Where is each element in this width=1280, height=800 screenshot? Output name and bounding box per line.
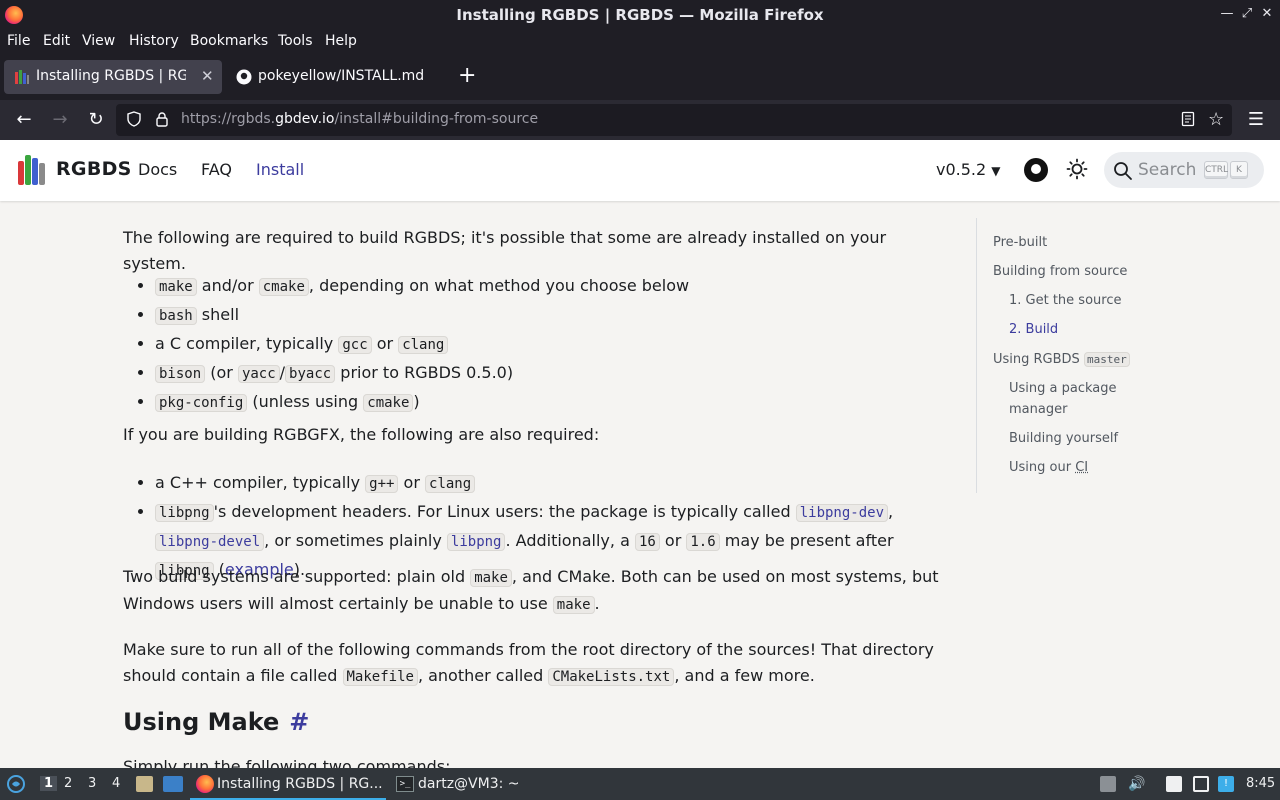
section-heading-using-make: Using Make # (123, 708, 310, 736)
requirements-list: make and/or cmake, depending on what met… (155, 272, 955, 417)
new-tab-plus-icon[interactable]: + (458, 63, 476, 88)
file-manager-icon[interactable] (136, 776, 153, 792)
site-header: RGBDS Docs FAQ Install v0.5.2 ▼ Search C… (0, 140, 1280, 201)
reader-view-icon[interactable] (1180, 111, 1196, 131)
back-arrow-icon[interactable]: ← (12, 108, 36, 132)
window-title: Installing RGBDS | RGBDS — Mozilla Firef… (456, 6, 824, 24)
notifications-icon[interactable]: ! (1218, 776, 1234, 792)
rgbds-logo-icon[interactable] (18, 155, 46, 185)
forward-arrow-icon[interactable]: → (48, 108, 72, 132)
clock: 8:45 (1246, 776, 1276, 791)
bookmark-star-icon[interactable]: ☆ (1208, 109, 1224, 130)
table-of-contents: Pre-built Building from source 1. Get th… (976, 218, 1176, 493)
caret-down-icon: ▼ (991, 164, 1001, 178)
display-icon[interactable] (1193, 776, 1209, 792)
rgbgfx-paragraph: If you are building RGBGFX, the followin… (123, 425, 600, 444)
menu-history[interactable]: History (129, 33, 179, 49)
web-page: RGBDS Docs FAQ Install v0.5.2 ▼ Search C… (0, 140, 1280, 768)
reload-icon[interactable]: ↻ (84, 108, 108, 132)
tracking-shield-icon[interactable] (126, 111, 142, 131)
menu-edit[interactable]: Edit (43, 33, 70, 49)
tab-strip: Installing RGBDS | RGBDS ✕ pokeyellow/IN… (0, 54, 1280, 100)
intro-paragraph: The following are required to build RGBD… (123, 228, 887, 273)
toc-building-from-source[interactable]: Building from source (993, 261, 1127, 282)
toc-using-rgbds-master[interactable]: Using RGBDS master (993, 349, 1130, 370)
menu-bar: File Edit View History Bookmarks Tools H… (0, 30, 1280, 54)
search-placeholder: Search (1138, 160, 1197, 180)
url-bar[interactable]: https://rgbds.gbdev.io/install#building-… (116, 104, 1232, 136)
workspace-2[interactable]: 2 (64, 776, 72, 791)
volume-icon[interactable]: 🔊 (1128, 776, 1145, 792)
workspace-3[interactable]: 3 (88, 776, 96, 791)
window-titlebar: Installing RGBDS | RGBDS — Mozilla Firef… (0, 0, 1280, 30)
nav-docs[interactable]: Docs (138, 160, 177, 179)
lock-icon[interactable] (154, 111, 170, 131)
menu-file[interactable]: File (7, 33, 30, 49)
task-label: Installing RGBDS | RG... (217, 776, 383, 792)
workspace-4[interactable]: 4 (112, 776, 120, 791)
tab-close-icon[interactable]: ✕ (201, 67, 214, 85)
terminal-icon: >_ (396, 776, 414, 792)
rgbds-favicon-icon (15, 70, 29, 84)
search-button[interactable]: Search CTRL K (1104, 152, 1264, 188)
url-text[interactable]: https://rgbds.gbdev.io/install#building-… (181, 111, 538, 127)
restore-icon[interactable]: ⤢ (1238, 5, 1256, 23)
list-item: bison (or yacc/byacc prior to RGBDS 0.5.… (155, 359, 955, 388)
key-ctrl: CTRL (1204, 161, 1228, 179)
root-directory-paragraph: Make sure to run all of the following co… (123, 640, 934, 686)
toc-using-package-manager[interactable]: Using a package manager (1009, 378, 1117, 420)
workspace-1[interactable]: 1 (40, 776, 58, 791)
toc-prebuilt[interactable]: Pre-built (993, 232, 1047, 253)
menu-view[interactable]: View (82, 33, 115, 49)
libpng-link[interactable]: libpng (446, 533, 506, 551)
tab-pokeyellow-install[interactable]: pokeyellow/INSTALL.md at (226, 60, 446, 94)
close-window-icon[interactable]: ✕ (1258, 5, 1276, 23)
version-dropdown[interactable]: v0.5.2 ▼ (936, 160, 1001, 179)
taskbar: 1 2 3 4 Installing RGBDS | RG... >_ dart… (0, 768, 1280, 800)
firefox-icon (196, 775, 214, 793)
list-item: a C compiler, typically gcc or clang (155, 330, 955, 359)
hamburger-menu-icon[interactable]: ☰ (1244, 108, 1268, 132)
list-item: a C++ compiler, typically g++ or clang (155, 469, 955, 498)
tab-label: Installing RGBDS | RGBDS (36, 68, 186, 84)
desktop-icon[interactable] (163, 776, 183, 792)
notes-icon[interactable] (1166, 776, 1182, 792)
theme-toggle-sun-icon[interactable] (1066, 158, 1088, 180)
menu-help[interactable]: Help (325, 33, 357, 49)
commands-paragraph: Simply run the following two commands: (123, 757, 451, 768)
github-favicon-icon (236, 69, 252, 85)
build-systems-paragraph: Two build systems are supported: plain o… (123, 567, 939, 614)
list-item: bash shell (155, 301, 955, 330)
taskbar-firefox-task[interactable]: Installing RGBDS | RG... (190, 768, 386, 800)
toc-build[interactable]: 2. Build (1009, 319, 1058, 340)
tab-label: pokeyellow/INSTALL.md at (258, 68, 423, 84)
navigation-toolbar: ← → ↻ https://rgbds.gbdev.io/install#bui… (0, 100, 1280, 140)
clipboard-icon[interactable] (1100, 776, 1116, 792)
tab-installing-rgbds[interactable]: Installing RGBDS | RGBDS ✕ (4, 60, 222, 94)
taskbar-terminal-task[interactable]: >_ dartz@VM3: ~ (392, 768, 532, 800)
toc-building-yourself[interactable]: Building yourself (1009, 428, 1118, 449)
list-item: make and/or cmake, depending on what met… (155, 272, 955, 301)
nav-install[interactable]: Install (256, 160, 304, 179)
key-k: K (1230, 161, 1248, 179)
anchor-link[interactable]: # (289, 708, 309, 736)
menu-bookmarks[interactable]: Bookmarks (190, 33, 268, 49)
libpng-devel-link[interactable]: libpng-devel (155, 533, 265, 551)
libpng-dev-link[interactable]: libpng-dev (795, 504, 889, 522)
menu-tools[interactable]: Tools (278, 33, 313, 49)
toc-get-the-source[interactable]: 1. Get the source (1009, 290, 1121, 311)
nav-faq[interactable]: FAQ (201, 160, 232, 179)
site-brand[interactable]: RGBDS (56, 158, 132, 180)
toc-using-our-ci[interactable]: Using our CI (1009, 457, 1088, 478)
list-item: pkg-config (unless using cmake) (155, 388, 955, 417)
start-menu-icon[interactable] (7, 775, 25, 793)
github-icon[interactable] (1024, 158, 1048, 182)
search-icon (1114, 162, 1132, 180)
task-label: dartz@VM3: ~ (418, 776, 520, 792)
minimize-icon[interactable]: — (1218, 5, 1236, 23)
